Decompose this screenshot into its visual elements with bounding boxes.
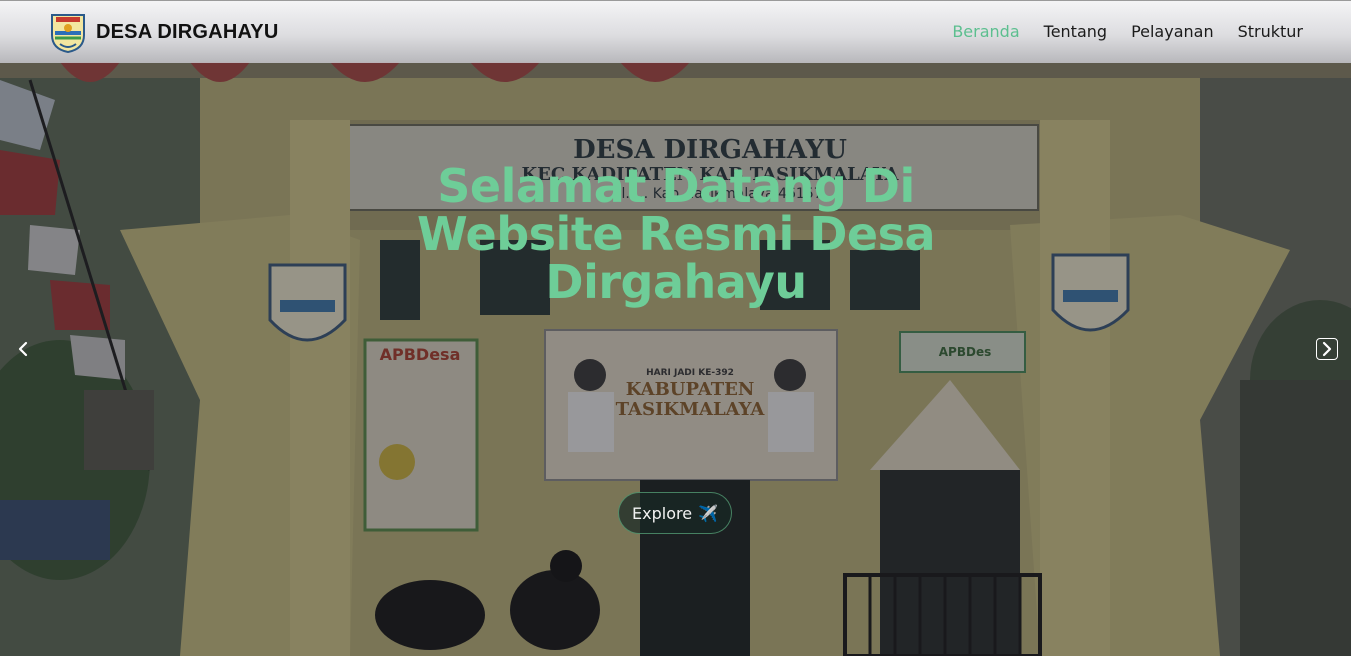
explore-label: Explore — [632, 503, 693, 523]
carousel-next-button[interactable] — [1316, 338, 1338, 360]
navbar: DESA DIRGAHAYU Beranda Tentang Pelayanan… — [0, 0, 1351, 63]
hero-background: DESA DIRGAHAYU KEC KADIPATEN KAB TASIKMA… — [0, 0, 1351, 656]
brand[interactable]: DESA DIRGAHAYU — [50, 10, 278, 54]
nav-link-struktur[interactable]: Struktur — [1238, 22, 1303, 41]
chevron-left-icon — [18, 341, 28, 357]
hero-title: Selamat Datang Di Website Resmi Desa Dir… — [416, 159, 936, 309]
carousel-prev-button[interactable] — [12, 338, 34, 360]
main-nav: Beranda Tentang Pelayanan Struktur — [928, 22, 1303, 41]
airplane-icon: ✈️ — [698, 503, 718, 523]
nav-link-pelayanan[interactable]: Pelayanan — [1131, 22, 1214, 41]
hero-dark-overlay — [0, 0, 1351, 656]
nav-link-beranda[interactable]: Beranda — [952, 22, 1019, 41]
brand-name: DESA DIRGAHAYU — [96, 20, 279, 43]
nav-link-tentang[interactable]: Tentang — [1044, 22, 1107, 41]
village-emblem-icon — [51, 14, 85, 53]
explore-button[interactable]: Explore ✈️ — [618, 492, 732, 534]
chevron-right-icon — [1322, 341, 1332, 357]
